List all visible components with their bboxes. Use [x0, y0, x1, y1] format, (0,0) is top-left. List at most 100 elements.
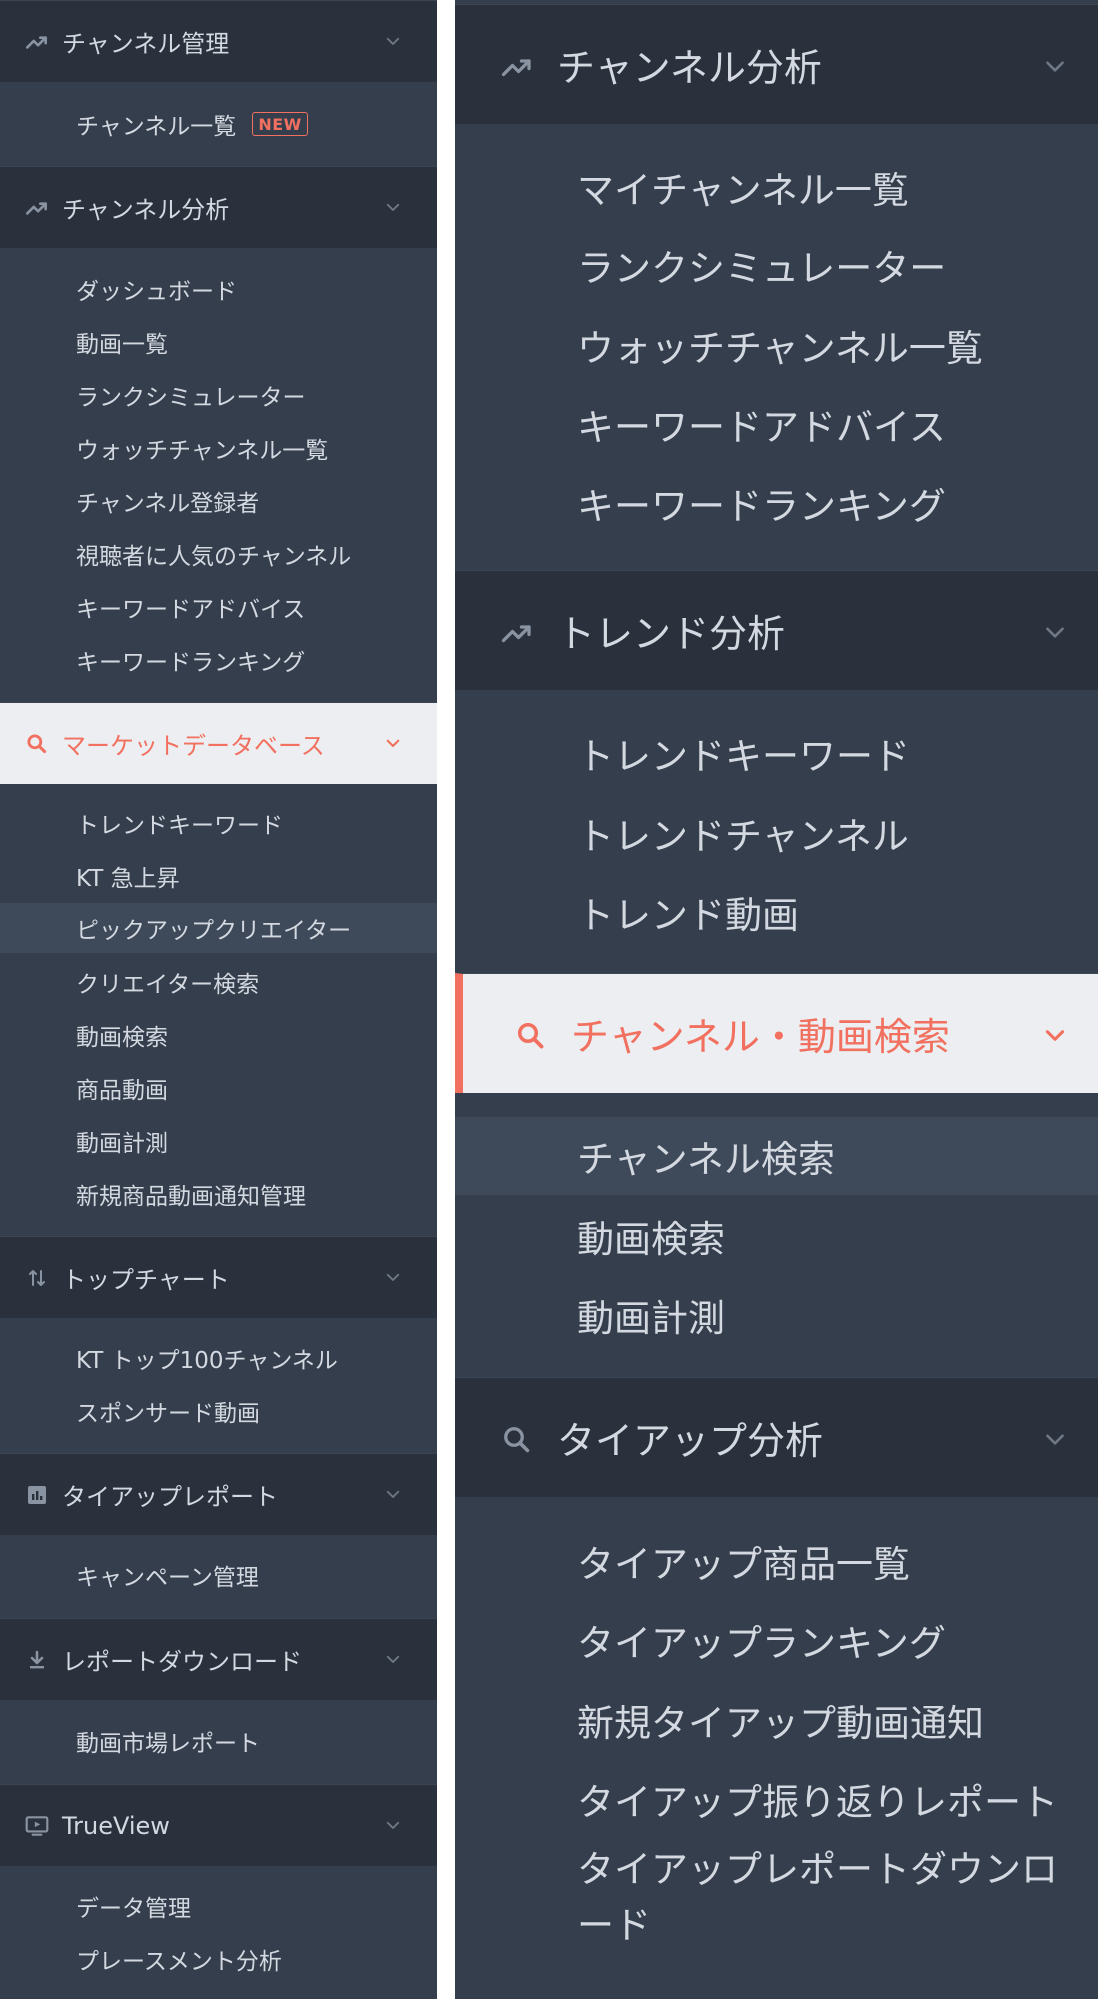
sidebar-item-keyword-advice[interactable]: キーワードアドバイス [0, 582, 437, 632]
sidebar-item-label: ウォッチチャンネル一覧 [577, 327, 983, 370]
section-header-channel-analysis[interactable]: チャンネル分析 [455, 4, 1098, 124]
sidebar-item-video-search[interactable]: 動画検索 [0, 1010, 437, 1060]
sidebar-item-label: トレンドキーワード [577, 735, 910, 778]
sidebar-item-sponsored-videos[interactable]: スポンサード動画 [0, 1386, 437, 1436]
sidebar-item-new-tieup-notifications[interactable]: 新規タイアップ動画通知 [455, 1681, 1098, 1759]
sidebar-item-label: キーワードランキング [577, 485, 946, 528]
sidebar-item-watch-channels[interactable]: ウォッチチャンネル一覧 [0, 423, 437, 473]
chevron-down-icon [383, 1649, 403, 1669]
section-title: タイアップレポート [62, 1483, 278, 1511]
sidebar-item-product-videos[interactable]: 商品動画 [0, 1063, 437, 1113]
sidebar-right-zoomed: チャンネル分析 マイチャンネル一覧 ランクシミュレーター ウォッチチャンネル一覧… [455, 0, 1098, 1999]
section-title: TrueView [62, 1811, 170, 1840]
chevron-down-icon [383, 1267, 403, 1287]
section-header-trend-analysis[interactable]: トレンド分析 [455, 570, 1098, 690]
sidebar-item-popular-channels[interactable]: 視聴者に人気のチャンネル [0, 529, 437, 579]
sidebar-item-kt-rising[interactable]: KT 急上昇 [0, 851, 437, 901]
sidebar-item-creator-search[interactable]: クリエイター検索 [0, 957, 437, 1007]
sidebar-item-label: ランクシミュレーター [577, 247, 947, 290]
sidebar-item-label: 動画一覧 [76, 332, 168, 358]
sidebar-item-label: クリエイター検索 [76, 972, 260, 998]
sidebar-item-label: キャンペーン管理 [76, 1565, 259, 1591]
sidebar-item-label: チャンネル登録者 [76, 491, 260, 517]
sidebar-item-label: タイアップ商品一覧 [577, 1543, 910, 1586]
sidebar-item-keyword-ranking[interactable]: キーワードランキング [455, 464, 1098, 542]
sidebar-item-label: 商品動画 [76, 1078, 168, 1104]
sidebar-item-label: プレースメント分析 [76, 1949, 282, 1975]
sidebar-item-dashboard[interactable]: ダッシュボード [0, 264, 437, 314]
search-icon [499, 1422, 535, 1458]
section-header-trueview[interactable]: TrueView [0, 1784, 437, 1866]
sidebar-item-label: ランクシミュレーター [76, 385, 306, 411]
sidebar-item-label: データ管理 [76, 1896, 191, 1922]
sidebar-item-label: 新規商品動画通知管理 [76, 1184, 306, 1210]
sidebar-item-trend-video[interactable]: トレンド動画 [455, 873, 1098, 951]
sidebar-item-video-search[interactable]: 動画検索 [455, 1197, 1098, 1275]
section-header-report-download[interactable]: レポートダウンロード [0, 1618, 437, 1700]
sidebar-item-label: トレンドチャンネル [577, 815, 909, 858]
sidebar-item-watch-channels[interactable]: ウォッチチャンネル一覧 [455, 306, 1098, 384]
sidebar-item-tieup-report-download[interactable]: タイアップレポートダウンロード [455, 1836, 1098, 1966]
sidebar-item-channel-search[interactable]: チャンネル検索 [455, 1117, 1098, 1195]
sidebar-item-label: タイアップ振り返りレポート [577, 1781, 1058, 1824]
section-header-top-chart[interactable]: トップチャート [0, 1236, 437, 1318]
section-header-channel-analysis[interactable]: チャンネル分析 [0, 166, 437, 248]
sidebar-item-label: トレンドキーワード [76, 813, 283, 839]
sidebar-item-video-list[interactable]: 動画一覧 [0, 317, 437, 367]
sort-arrows-icon [22, 1263, 52, 1293]
sidebar-item-keyword-ranking[interactable]: キーワードランキング [0, 635, 437, 685]
sidebar-item-pickup-creator[interactable]: ピックアップクリエイター [0, 903, 437, 953]
section-title: チャンネル分析 [62, 196, 230, 224]
sidebar-item-rank-simulator[interactable]: ランクシミュレーター [455, 226, 1098, 304]
sidebar-item-kt-top100[interactable]: KT トップ100チャンネル [0, 1333, 437, 1383]
chevron-down-icon [383, 1815, 403, 1835]
sidebar-item-channel-list[interactable]: チャンネル一覧 NEW [0, 99, 437, 149]
chevron-down-icon [383, 197, 403, 217]
sidebar-item-rank-simulator[interactable]: ランクシミュレーター [0, 370, 437, 420]
sidebar-item-label: チャンネル一覧 [76, 114, 237, 140]
sidebar-item-my-channels[interactable]: マイチャンネル一覧 [455, 148, 1098, 226]
section-header-channel-video-search[interactable]: チャンネル・動画検索 [455, 973, 1098, 1093]
sidebar-item-label: キーワードアドバイス [577, 406, 946, 449]
sidebar-item-label: KT 急上昇 [76, 866, 180, 892]
sidebar-item-trend-channel[interactable]: トレンドチャンネル [455, 794, 1098, 872]
sidebar-item-video-measurement[interactable]: 動画計測 [455, 1276, 1098, 1354]
section-header-tieup-report[interactable]: タイアップレポート [0, 1453, 437, 1535]
sidebar-item-keyword-advice[interactable]: キーワードアドバイス [455, 385, 1098, 463]
sidebar-item-video-measurement[interactable]: 動画計測 [0, 1116, 437, 1166]
sidebar-item-label: マイチャンネル一覧 [577, 169, 909, 212]
download-icon [22, 1645, 52, 1675]
sidebar-item-trend-keyword[interactable]: トレンドキーワード [455, 714, 1098, 792]
new-badge: NEW [252, 112, 308, 136]
sidebar-item-label: 動画計測 [76, 1131, 168, 1157]
sidebar-item-label: ダッシュボード [76, 279, 237, 305]
sidebar-item-channel-subscribers[interactable]: チャンネル登録者 [0, 476, 437, 526]
sidebar-item-tieup-products[interactable]: タイアップ商品一覧 [455, 1522, 1098, 1600]
sidebar-item-label: トレンド動画 [577, 894, 799, 937]
sidebar-item-trend-keyword[interactable]: トレンドキーワード [0, 798, 437, 848]
section-header-market-database[interactable]: マーケットデータベース [0, 702, 437, 784]
section-title: チャンネル分析 [557, 46, 822, 90]
sidebar-item-video-market-report[interactable]: 動画市場レポート [0, 1716, 437, 1766]
section-header-channel-management[interactable]: チャンネル管理 [0, 0, 437, 82]
sidebar-left: チャンネル管理 チャンネル一覧 NEW チャンネル分析 ダッシュボード 動画一覧… [0, 0, 437, 1999]
sidebar-item-label: 新規タイアップ動画通知 [577, 1702, 984, 1745]
sidebar-item-campaign-management[interactable]: キャンペーン管理 [0, 1550, 437, 1600]
sidebar-item-tieup-ranking[interactable]: タイアップランキング [455, 1601, 1098, 1679]
chevron-down-icon [383, 31, 403, 51]
sidebar-item-label: 動画市場レポート [76, 1731, 260, 1757]
sidebar-item-label: 動画検索 [76, 1025, 168, 1051]
sidebar-item-tieup-review-report[interactable]: タイアップ振り返りレポート [455, 1760, 1098, 1838]
sidebar-item-new-product-notifications[interactable]: 新規商品動画通知管理 [0, 1169, 437, 1219]
section-header-tieup-analysis[interactable]: タイアップ分析 [455, 1377, 1098, 1497]
play-screen-icon [22, 1811, 52, 1841]
sidebar-item-data-management[interactable]: データ管理 [0, 1881, 437, 1931]
sidebar-item-label: キーワードランキング [76, 650, 306, 676]
sidebar-item-label: スポンサード動画 [76, 1401, 260, 1427]
sidebar-item-label: キーワードアドバイス [76, 597, 306, 623]
bar-chart-icon [22, 1480, 52, 1510]
sidebar-item-label: チャンネル検索 [577, 1138, 835, 1181]
sidebar-item-label: タイアップランキング [577, 1622, 946, 1665]
sidebar-item-label: 視聴者に人気のチャンネル [76, 544, 352, 570]
sidebar-item-placement-analysis[interactable]: プレースメント分析 [0, 1934, 437, 1984]
